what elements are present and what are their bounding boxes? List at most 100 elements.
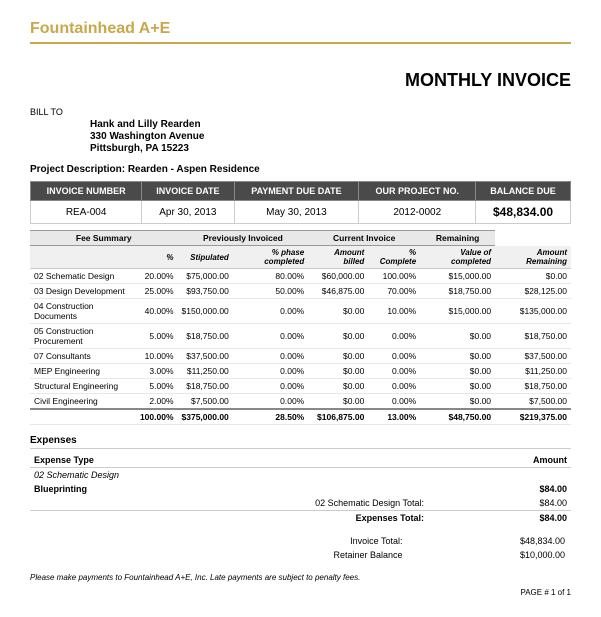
fee-row: 07 Consultants 10.00% $37,500.00 0.00% $…: [30, 349, 571, 364]
col-amount-billed: Amount billed: [308, 246, 368, 269]
fee-amount-billed: $46,875.00: [308, 284, 368, 299]
fee-phase-pct: 80.00%: [233, 269, 308, 284]
project-desc-label: Project Description:: [30, 164, 125, 175]
fee-row: 03 Design Development 25.00% $93,750.00 …: [30, 284, 571, 299]
fee-row: Structural Engineering 5.00% $18,750.00 …: [30, 379, 571, 394]
fee-remaining: $11,250.00: [495, 364, 571, 379]
expense-subtotal-amount: $84.00: [428, 496, 571, 511]
fee-summary-body: 02 Schematic Design 20.00% $75,000.00 80…: [30, 269, 571, 425]
col-pct: %: [136, 246, 178, 269]
fee-stipulated: $18,750.00: [178, 324, 233, 349]
fee-complete-pct: 0.00%: [368, 349, 420, 364]
fee-row: MEP Engineering 3.00% $11,250.00 0.00% $…: [30, 364, 571, 379]
fee-label: 03 Design Development: [30, 284, 136, 299]
col-label: [30, 246, 136, 269]
fee-stipulated: $11,250.00: [178, 364, 233, 379]
fee-summary-table: Fee Summary Previously Invoiced Current …: [30, 230, 571, 425]
header: Fountainhead A+E: [30, 20, 571, 44]
col-invoice-number: INVOICE NUMBER: [31, 182, 142, 201]
fee-summary-header: Fee Summary: [30, 231, 178, 246]
fee-pct: 10.00%: [136, 349, 178, 364]
header-divider: [30, 42, 571, 44]
fee-group-header-row: Fee Summary Previously Invoiced Current …: [30, 231, 571, 246]
expense-item-label: Blueprinting: [30, 482, 428, 496]
invoice-totals-table: Invoice Total: $48,834.00 Retainer Balan…: [30, 533, 571, 563]
retainer-row: Retainer Balance $10,000.00: [32, 549, 569, 561]
col-payment-due: PAYMENT DUE DATE: [234, 182, 359, 201]
fee-complete-pct: 70.00%: [368, 284, 420, 299]
invoice-date: Apr 30, 2013: [142, 201, 234, 224]
invoice-info-table: INVOICE NUMBER INVOICE DATE PAYMENT DUE …: [30, 181, 571, 224]
fee-label: 05 Construction Procurement: [30, 324, 136, 349]
fee-sub-header-row: % Stipulated % phase completed Amount bi…: [30, 246, 571, 269]
company-name: Fountainhead A+E: [30, 20, 170, 38]
remaining-header: Remaining: [420, 231, 495, 246]
fee-stipulated: $93,750.00: [178, 284, 233, 299]
project-description: Project Description: Rearden - Aspen Res…: [30, 164, 571, 175]
fee-value-completed: $15,000.00: [420, 269, 495, 284]
fee-stipulated: $37,500.00: [178, 349, 233, 364]
fee-label: Civil Engineering: [30, 394, 136, 410]
expense-item-row: Blueprinting $84.00: [30, 482, 571, 496]
fee-value-completed: $15,000.00: [420, 299, 495, 324]
expense-total-amount: $84.00: [428, 511, 571, 526]
fee-value-completed: $0.00: [420, 364, 495, 379]
fee-remaining: $7,500.00: [495, 394, 571, 410]
retainer-label: Retainer Balance: [32, 549, 407, 561]
invoice-total-row: Invoice Total: $48,834.00: [32, 535, 569, 547]
retainer-amount: $10,000.00: [409, 549, 570, 561]
invoice-number: REA-004: [31, 201, 142, 224]
fee-remaining: $18,750.00: [495, 379, 571, 394]
fee-complete-pct: 10.00%: [368, 299, 420, 324]
col-amount-remaining: Amount Remaining: [495, 246, 571, 269]
fee-pct: 20.00%: [136, 269, 178, 284]
fee-phase-pct: 0.00%: [233, 349, 308, 364]
client-address1: 330 Washington Avenue: [90, 131, 571, 142]
expense-category: 02 Schematic Design: [30, 468, 428, 483]
fee-row: Civil Engineering 2.00% $7,500.00 0.00% …: [30, 394, 571, 410]
fee-complete-pct: 0.00%: [368, 379, 420, 394]
col-stipulated: Stipulated: [178, 246, 233, 269]
fee-phase-pct: 0.00%: [233, 364, 308, 379]
fee-total-remaining: $219,375.00: [495, 409, 571, 425]
fee-value-completed: $0.00: [420, 394, 495, 410]
fee-remaining: $18,750.00: [495, 324, 571, 349]
fee-pct: 5.00%: [136, 379, 178, 394]
col-project-no: OUR PROJECT NO.: [359, 182, 476, 201]
expense-type-col: Expense Type: [30, 453, 428, 468]
expense-total-row: Expenses Total: $84.00: [30, 511, 571, 526]
balance-due: $48,834.00: [476, 201, 571, 224]
expense-category-amount: [428, 468, 571, 483]
fee-total-row: 100.00% $375,000.00 28.50% $106,875.00 1…: [30, 409, 571, 425]
fee-amount-billed: $0.00: [308, 324, 368, 349]
fee-pct: 25.00%: [136, 284, 178, 299]
invoice-total-amount: $48,834.00: [409, 535, 570, 547]
fee-row: 04 Construction Documents 40.00% $150,00…: [30, 299, 571, 324]
company-name-text: Fountainhead: [30, 20, 135, 37]
invoice-total-label: Invoice Total:: [32, 535, 407, 547]
payment-due-date: May 30, 2013: [234, 201, 359, 224]
fee-amount-billed: $0.00: [308, 299, 368, 324]
fee-stipulated: $7,500.00: [178, 394, 233, 410]
fee-pct: 2.00%: [136, 394, 178, 410]
fee-complete-pct: 0.00%: [368, 394, 420, 410]
fee-label: 04 Construction Documents: [30, 299, 136, 324]
client-address2: Pittsburgh, PA 15223: [90, 143, 571, 154]
fee-phase-pct: 50.00%: [233, 284, 308, 299]
fee-stipulated: $18,750.00: [178, 379, 233, 394]
fee-phase-pct: 0.00%: [233, 379, 308, 394]
invoice-title: MONTHLY INVOICE: [30, 60, 571, 91]
fee-value-completed: $0.00: [420, 324, 495, 349]
current-invoice-header: Current Invoice: [308, 231, 420, 246]
fee-pct: 40.00%: [136, 299, 178, 324]
col-complete-pct: % Complete: [368, 246, 420, 269]
client-name: Hank and Lilly Rearden: [90, 119, 571, 130]
fee-remaining: $28,125.00: [495, 284, 571, 299]
fee-total-complete-pct: 13.00%: [368, 409, 420, 425]
fee-label: 02 Schematic Design: [30, 269, 136, 284]
expense-category-row: 02 Schematic Design: [30, 468, 571, 483]
expense-subtotal-label: 02 Schematic Design Total:: [30, 496, 428, 511]
expense-subtotal-row: 02 Schematic Design Total: $84.00: [30, 496, 571, 511]
fee-pct: 3.00%: [136, 364, 178, 379]
fee-label: Structural Engineering: [30, 379, 136, 394]
